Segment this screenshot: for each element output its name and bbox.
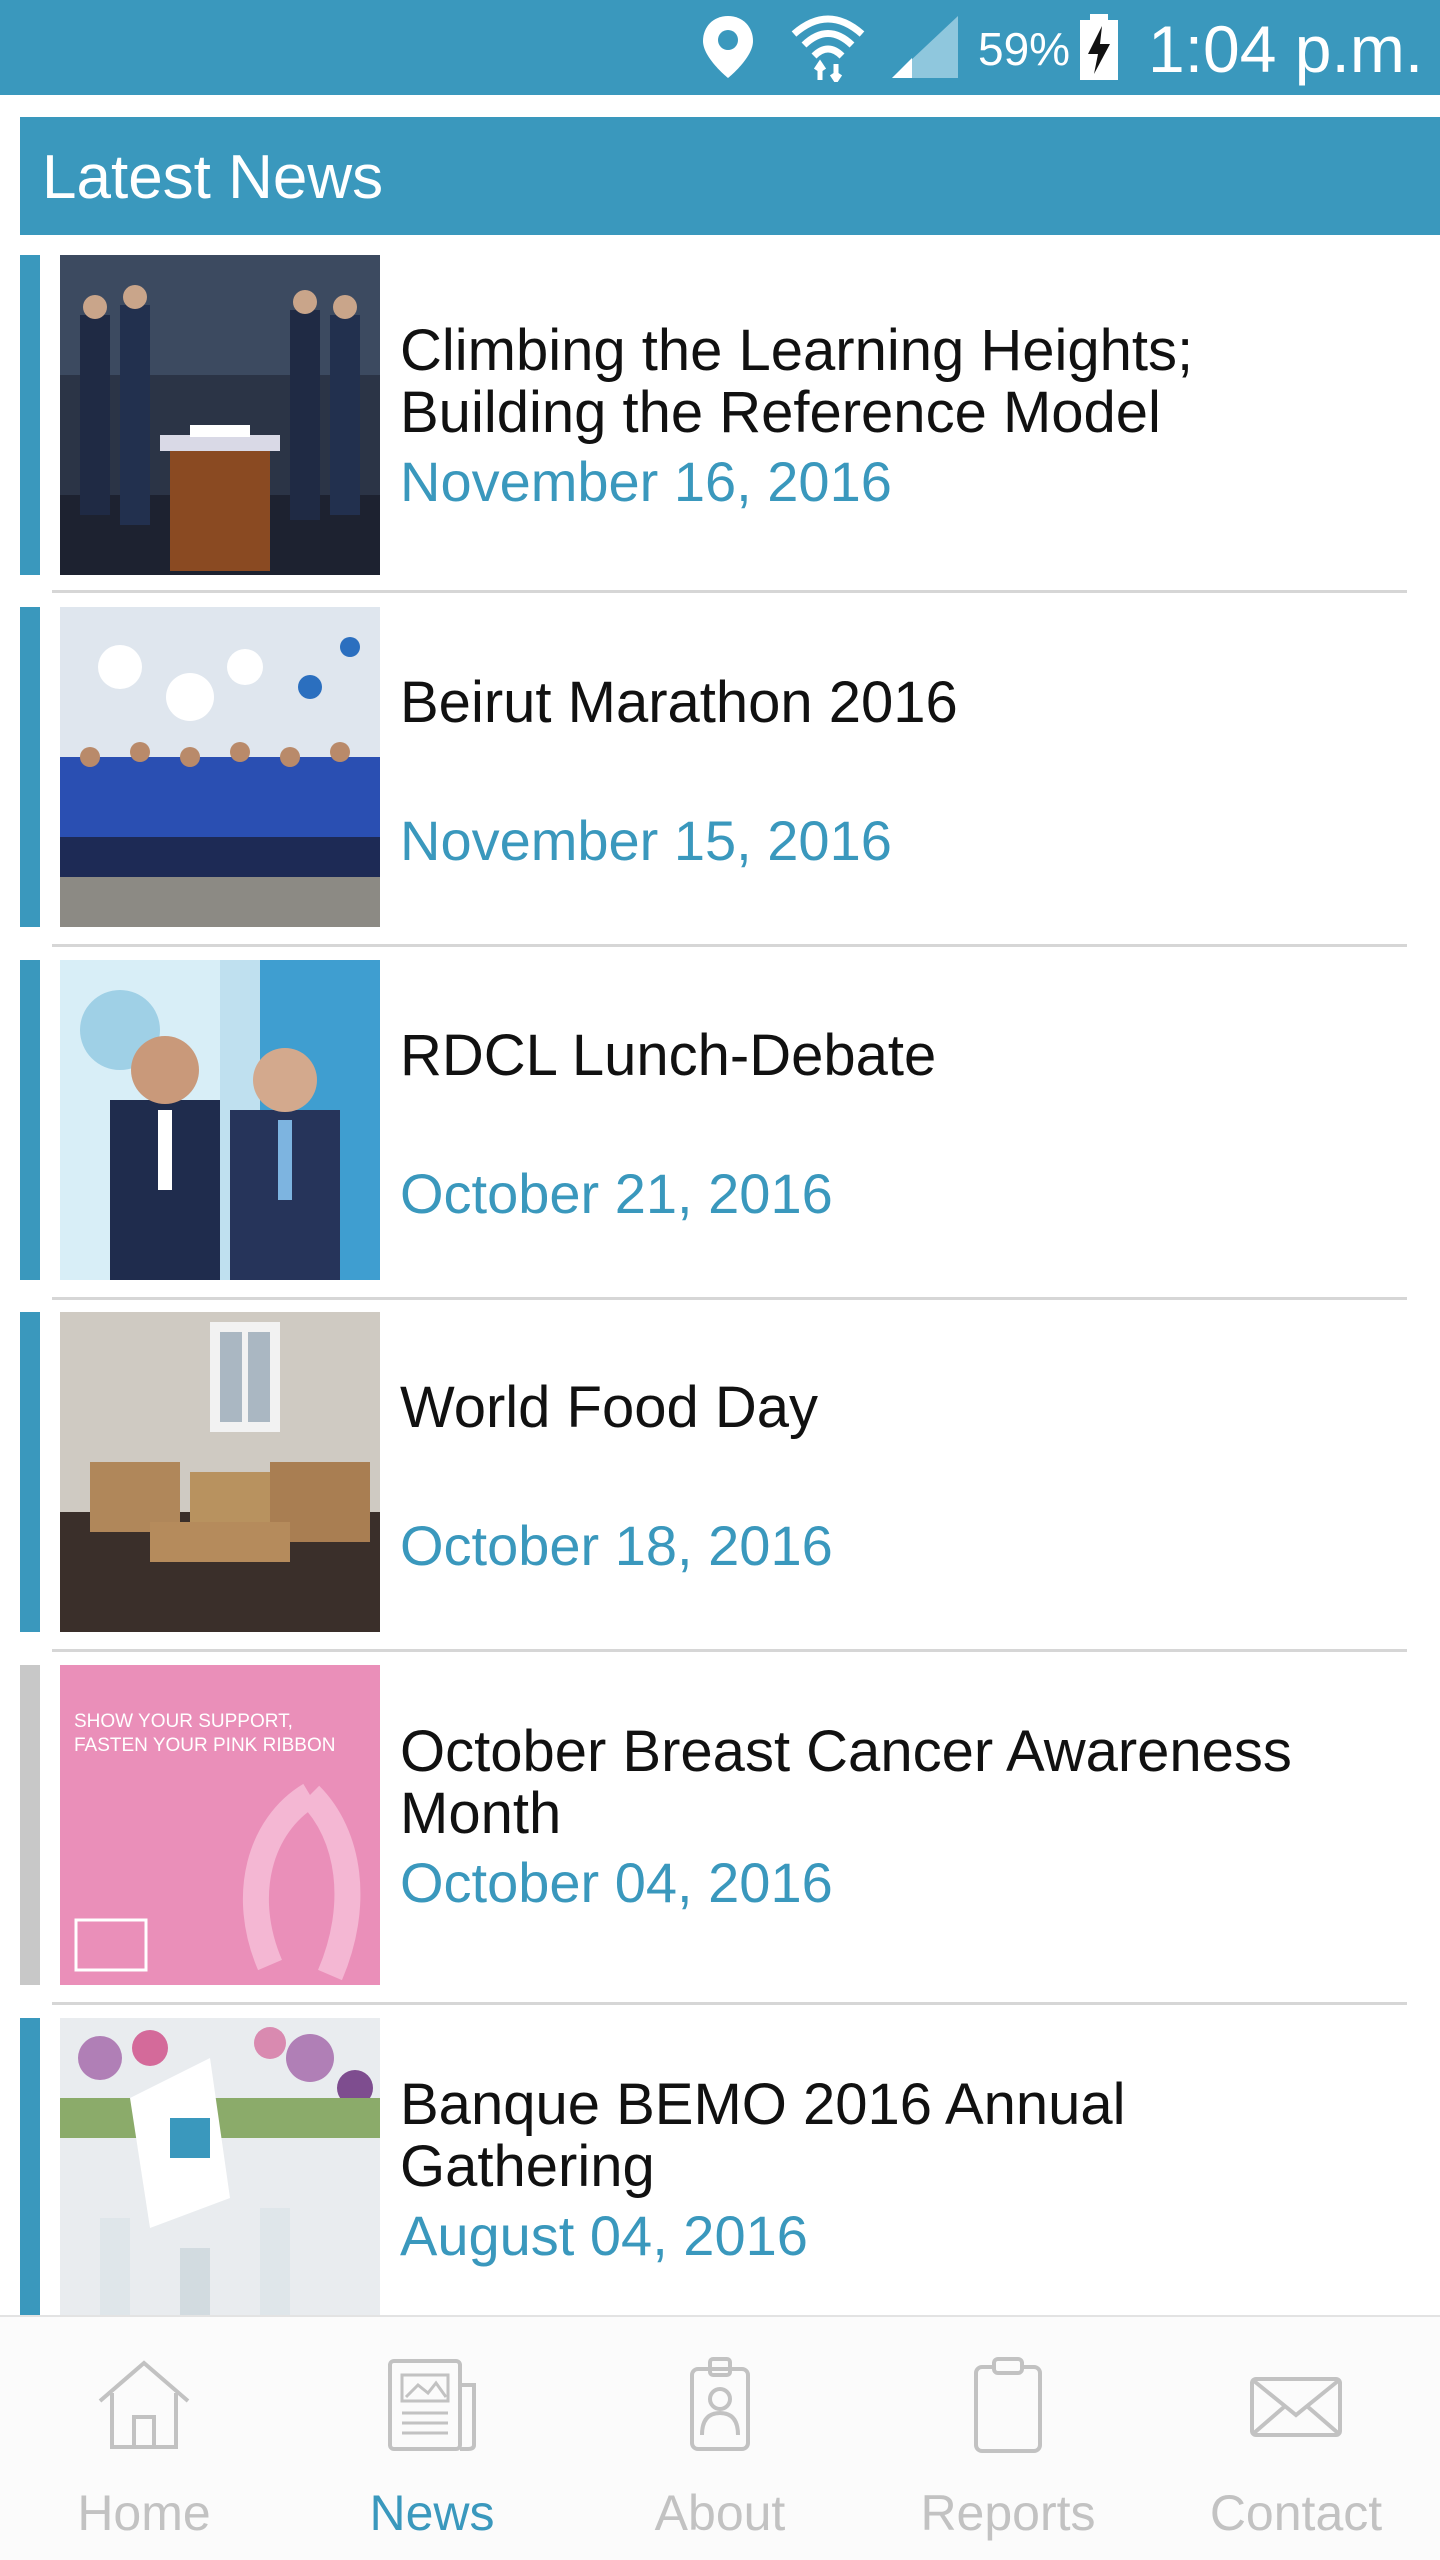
news-text: World Food Day October 18, 2016 xyxy=(400,1312,1410,1632)
news-date: November 16, 2016 xyxy=(400,450,892,513)
news-thumbnail-gathering xyxy=(60,2018,380,2315)
wifi-icon xyxy=(790,10,866,87)
news-title-line: October Breast Cancer Awareness xyxy=(400,1719,1292,1784)
status-bar: 59% 1:04 p.m. xyxy=(0,0,1440,95)
news-date: August 04, 2016 xyxy=(400,2204,808,2267)
page-header: Latest News xyxy=(20,117,1440,235)
nav-about[interactable]: About xyxy=(576,2317,864,2560)
news-title: Beirut Marathon 2016 xyxy=(400,672,1410,734)
news-thumbnail-ceremony xyxy=(60,255,380,575)
news-item[interactable]: RDCL Lunch-Debate October 21, 2016 xyxy=(0,960,1440,1300)
about-icon xyxy=(670,2355,770,2455)
accent-bar xyxy=(20,960,40,1280)
news-thumbnail-pink-ribbon: SHOW YOUR SUPPORT, FASTEN YOUR PINK RIBB… xyxy=(60,1665,380,1985)
nav-contact[interactable]: Contact xyxy=(1152,2317,1440,2560)
nav-label: Reports xyxy=(920,2485,1096,2541)
battery-charging-icon xyxy=(1078,14,1120,87)
news-date: October 18, 2016 xyxy=(400,1514,833,1577)
news-thumbnail-debate xyxy=(60,960,380,1280)
nav-label: Contact xyxy=(1209,2485,1383,2541)
news-text: Beirut Marathon 2016 November 15, 2016 xyxy=(400,607,1410,927)
news-title-line: RDCL Lunch-Debate xyxy=(400,1023,937,1088)
signal-icon xyxy=(890,14,960,85)
news-item[interactable]: World Food Day October 18, 2016 xyxy=(0,1312,1440,1652)
news-title: RDCL Lunch-Debate xyxy=(400,1025,1410,1087)
home-icon xyxy=(94,2355,194,2455)
news-date: November 15, 2016 xyxy=(400,809,892,872)
divider xyxy=(52,1649,1407,1652)
news-title-line: Banque BEMO 2016 Annual xyxy=(400,2072,1126,2137)
news-thumbnail-marathon xyxy=(60,607,380,927)
news-title-line: Gathering xyxy=(400,2134,655,2199)
accent-bar xyxy=(20,2018,40,2315)
pink-poster-text-1: SHOW YOUR SUPPORT, xyxy=(74,1711,293,1732)
clock: 1:04 p.m. xyxy=(1148,12,1424,86)
news-item[interactable]: Banque BEMO 2016 Annual Gathering August… xyxy=(0,2018,1440,2340)
news-text: October Breast Cancer Awareness Month Oc… xyxy=(400,1665,1410,1985)
nav-reports[interactable]: Reports xyxy=(864,2317,1152,2560)
news-title-line: World Food Day xyxy=(400,1375,818,1440)
nav-label: Home xyxy=(77,2485,211,2541)
news-title-line: Building the Reference Model xyxy=(400,380,1161,445)
nav-news[interactable]: News xyxy=(288,2317,576,2560)
news-icon xyxy=(382,2355,482,2455)
reports-icon xyxy=(958,2355,1058,2455)
divider xyxy=(52,1297,1407,1300)
news-item[interactable]: Climbing the Learning Heights; Building … xyxy=(0,255,1440,593)
divider xyxy=(52,590,1407,593)
news-item[interactable]: Beirut Marathon 2016 November 15, 2016 xyxy=(0,607,1440,947)
contact-icon xyxy=(1246,2355,1346,2455)
accent-bar xyxy=(20,1665,40,1985)
news-title: Banque BEMO 2016 Annual Gathering xyxy=(400,2074,1410,2198)
page-title: Latest News xyxy=(42,143,384,212)
news-title: World Food Day xyxy=(400,1377,1410,1439)
divider xyxy=(52,944,1407,947)
nav-home[interactable]: Home xyxy=(0,2317,288,2560)
nav-label: News xyxy=(369,2485,495,2541)
news-title-line: Month xyxy=(400,1781,562,1846)
location-icon xyxy=(700,14,756,85)
accent-bar xyxy=(20,607,40,927)
pink-poster-text-2: FASTEN YOUR PINK RIBBON xyxy=(74,1735,335,1756)
news-title-line: Climbing the Learning Heights; xyxy=(400,318,1194,383)
news-text: RDCL Lunch-Debate October 21, 2016 xyxy=(400,960,1410,1280)
news-title: October Breast Cancer Awareness Month xyxy=(400,1721,1410,1845)
divider xyxy=(52,2002,1407,2005)
news-date: October 21, 2016 xyxy=(400,1162,833,1225)
news-text: Climbing the Learning Heights; Building … xyxy=(400,255,1410,575)
news-title-line: Beirut Marathon 2016 xyxy=(400,670,958,735)
accent-bar xyxy=(20,255,40,575)
battery-percent: 59% xyxy=(978,23,1071,75)
news-text: Banque BEMO 2016 Annual Gathering August… xyxy=(400,2018,1410,2338)
news-item[interactable]: SHOW YOUR SUPPORT, FASTEN YOUR PINK RIBB… xyxy=(0,1665,1440,2005)
news-date: October 04, 2016 xyxy=(400,1851,833,1914)
nav-label: About xyxy=(654,2485,786,2541)
news-thumbnail-food xyxy=(60,1312,380,1632)
bottom-nav: Home News About Reports Contact xyxy=(0,2315,1440,2560)
accent-bar xyxy=(20,1312,40,1632)
news-title: Climbing the Learning Heights; Building … xyxy=(400,320,1410,444)
